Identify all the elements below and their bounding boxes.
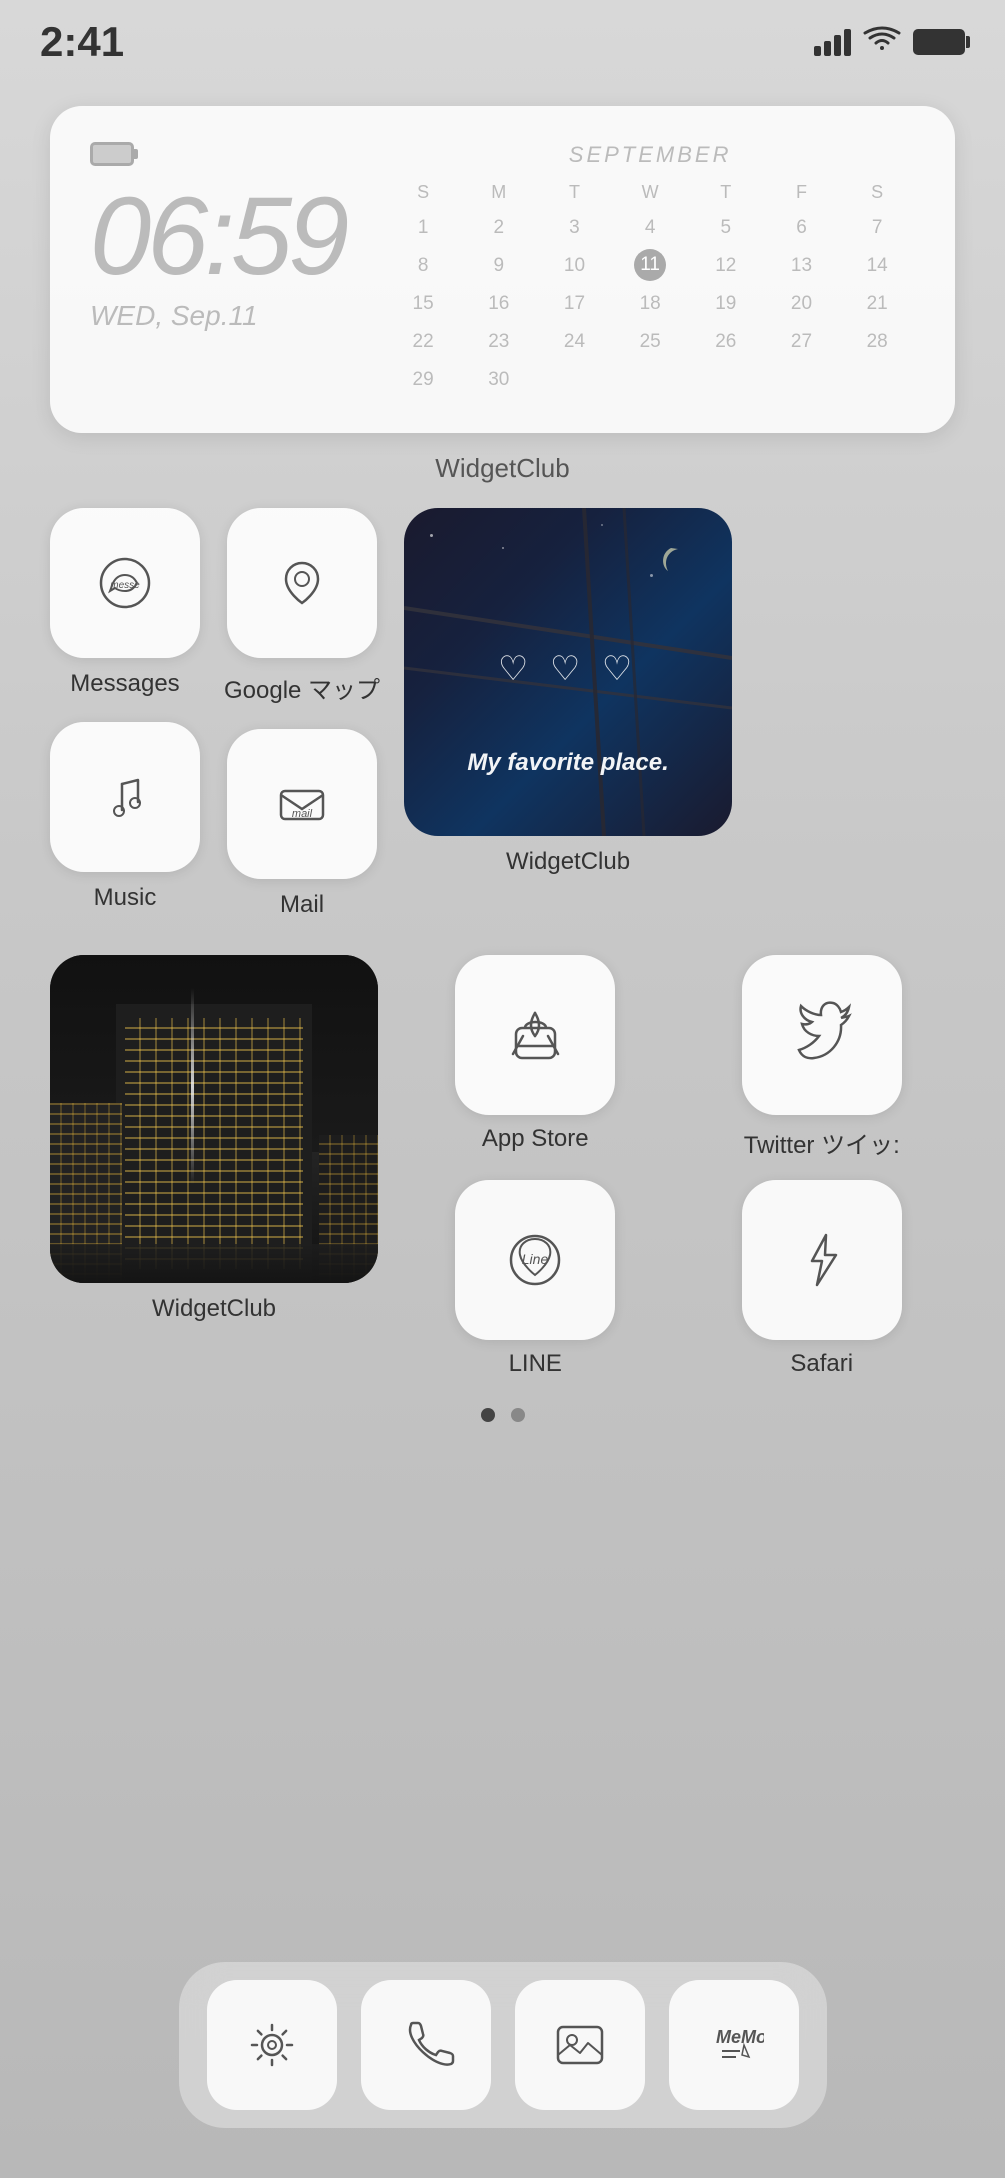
app-safari-label: Safari: [790, 1350, 853, 1378]
dock-memo[interactable]: MeMo: [669, 1980, 799, 2110]
calendar-widget: SEPTEMBER S M T W T F S 1 2 3 4 5 6 7 8: [385, 142, 915, 397]
app-music[interactable]: Music: [50, 722, 200, 912]
app-mail[interactable]: mail Mail: [224, 729, 380, 919]
cal-day: 14: [839, 249, 915, 283]
cal-day: 7: [839, 211, 915, 245]
calendar-grid: S M T W T F S 1 2 3 4 5 6 7 8 9 10 11: [385, 178, 915, 397]
app-twitter[interactable]: Twitter ツイッ:: [689, 955, 956, 1160]
cal-day: 5: [688, 211, 764, 245]
night-widget-label: WidgetClub: [506, 848, 630, 876]
messages-icon-box: messe: [50, 508, 200, 658]
cal-header-m: M: [461, 178, 537, 207]
app-messages[interactable]: messe Messages: [50, 508, 200, 698]
cal-day: 3: [537, 211, 613, 245]
cal-day: 18: [612, 287, 688, 321]
cal-day: 19: [688, 287, 764, 321]
cal-day: 15: [385, 287, 461, 321]
second-app-section: WidgetClub App Sto: [50, 955, 955, 1378]
battery-icon: [913, 29, 965, 55]
page-dots: [50, 1408, 955, 1422]
svg-text:mail: mail: [292, 808, 313, 820]
app-messages-label: Messages: [70, 670, 179, 698]
favorite-place-text: My favorite place.: [467, 749, 668, 777]
cal-day: 22: [385, 325, 461, 359]
twitter-icon-box: [742, 955, 902, 1115]
maps-icon-box: [227, 508, 377, 658]
cal-day: 16: [461, 287, 537, 321]
app-line[interactable]: Line LINE: [402, 1180, 669, 1378]
page-dot-1: [481, 1408, 495, 1422]
clock-section: 06:59 WED, Sep.11: [90, 142, 345, 332]
cal-day: 4: [612, 211, 688, 245]
safari-icon-box: [742, 1180, 902, 1340]
dock-settings[interactable]: [207, 1980, 337, 2110]
widgetclub-label-1: WidgetClub: [50, 453, 955, 484]
widget-time: 06:59: [90, 182, 345, 292]
cal-day: 29: [385, 363, 461, 397]
app-maps[interactable]: Google マップ: [224, 508, 380, 705]
app-appstore[interactable]: App Store: [402, 955, 669, 1160]
right-app-grid: App Store Twitter ツイッ: Line: [402, 955, 955, 1378]
cal-day: 27: [764, 325, 840, 359]
svg-text:MeMo: MeMo: [716, 2027, 764, 2047]
page-dot-2: [511, 1408, 525, 1422]
widget-battery-icon: [90, 142, 134, 166]
line-icon-box: Line: [455, 1180, 615, 1340]
hearts-text: ♡ ♡ ♡: [498, 649, 638, 689]
appstore-icon-box: [455, 955, 615, 1115]
cal-day: 25: [612, 325, 688, 359]
cal-day: 13: [764, 249, 840, 283]
cal-day: 20: [764, 287, 840, 321]
cal-day: 28: [839, 325, 915, 359]
dock-phone[interactable]: [361, 1980, 491, 2110]
signal-icon: [814, 29, 851, 56]
cal-header-s: S: [385, 178, 461, 207]
cal-day: 23: [461, 325, 537, 359]
cal-day: 6: [764, 211, 840, 245]
dock-photos[interactable]: [515, 1980, 645, 2110]
app-appstore-label: App Store: [482, 1125, 589, 1153]
cal-day: 21: [839, 287, 915, 321]
clock-calendar-widget: 06:59 WED, Sep.11 SEPTEMBER S M T W T F …: [50, 106, 955, 433]
content-area: 06:59 WED, Sep.11 SEPTEMBER S M T W T F …: [0, 76, 1005, 1422]
cal-day: 26: [688, 325, 764, 359]
cal-day: 12: [688, 249, 764, 283]
cal-header-s2: S: [839, 178, 915, 207]
cal-header-t2: T: [688, 178, 764, 207]
cal-day: 9: [461, 249, 537, 283]
dock: MeMo: [179, 1962, 827, 2128]
app-maps-label: Google マップ: [224, 670, 380, 705]
svg-text:messe: messe: [110, 580, 140, 591]
cal-day: 24: [537, 325, 613, 359]
city-widget-label: WidgetClub: [152, 1295, 276, 1323]
cal-header-f: F: [764, 178, 840, 207]
app-music-label: Music: [94, 884, 157, 912]
cal-day: 1: [385, 211, 461, 245]
music-icon-box: [50, 722, 200, 872]
cal-day: 8: [385, 249, 461, 283]
cal-day: 2: [461, 211, 537, 245]
status-time: 2:41: [40, 18, 124, 66]
cal-day: 17: [537, 287, 613, 321]
cal-day-today: 11: [634, 249, 666, 281]
calendar-month: SEPTEMBER: [385, 142, 915, 168]
status-icons: [814, 26, 965, 59]
app-twitter-label: Twitter ツイッ:: [744, 1125, 900, 1160]
city-photo-widget: [50, 955, 378, 1283]
cal-header-t: T: [537, 178, 613, 207]
app-mail-label: Mail: [280, 891, 324, 919]
status-bar: 2:41: [0, 0, 1005, 76]
widget-date: WED, Sep.11: [90, 300, 345, 332]
mail-icon-box: mail: [227, 729, 377, 879]
app-safari[interactable]: Safari: [689, 1180, 956, 1378]
cal-header-w: W: [612, 178, 688, 207]
cal-day: 10: [537, 249, 613, 283]
night-photo-widget: ♡ ♡ ♡ My favorite place.: [404, 508, 732, 836]
cal-day: 30: [461, 363, 537, 397]
app-line-label: LINE: [509, 1350, 562, 1378]
wifi-icon: [863, 26, 901, 59]
